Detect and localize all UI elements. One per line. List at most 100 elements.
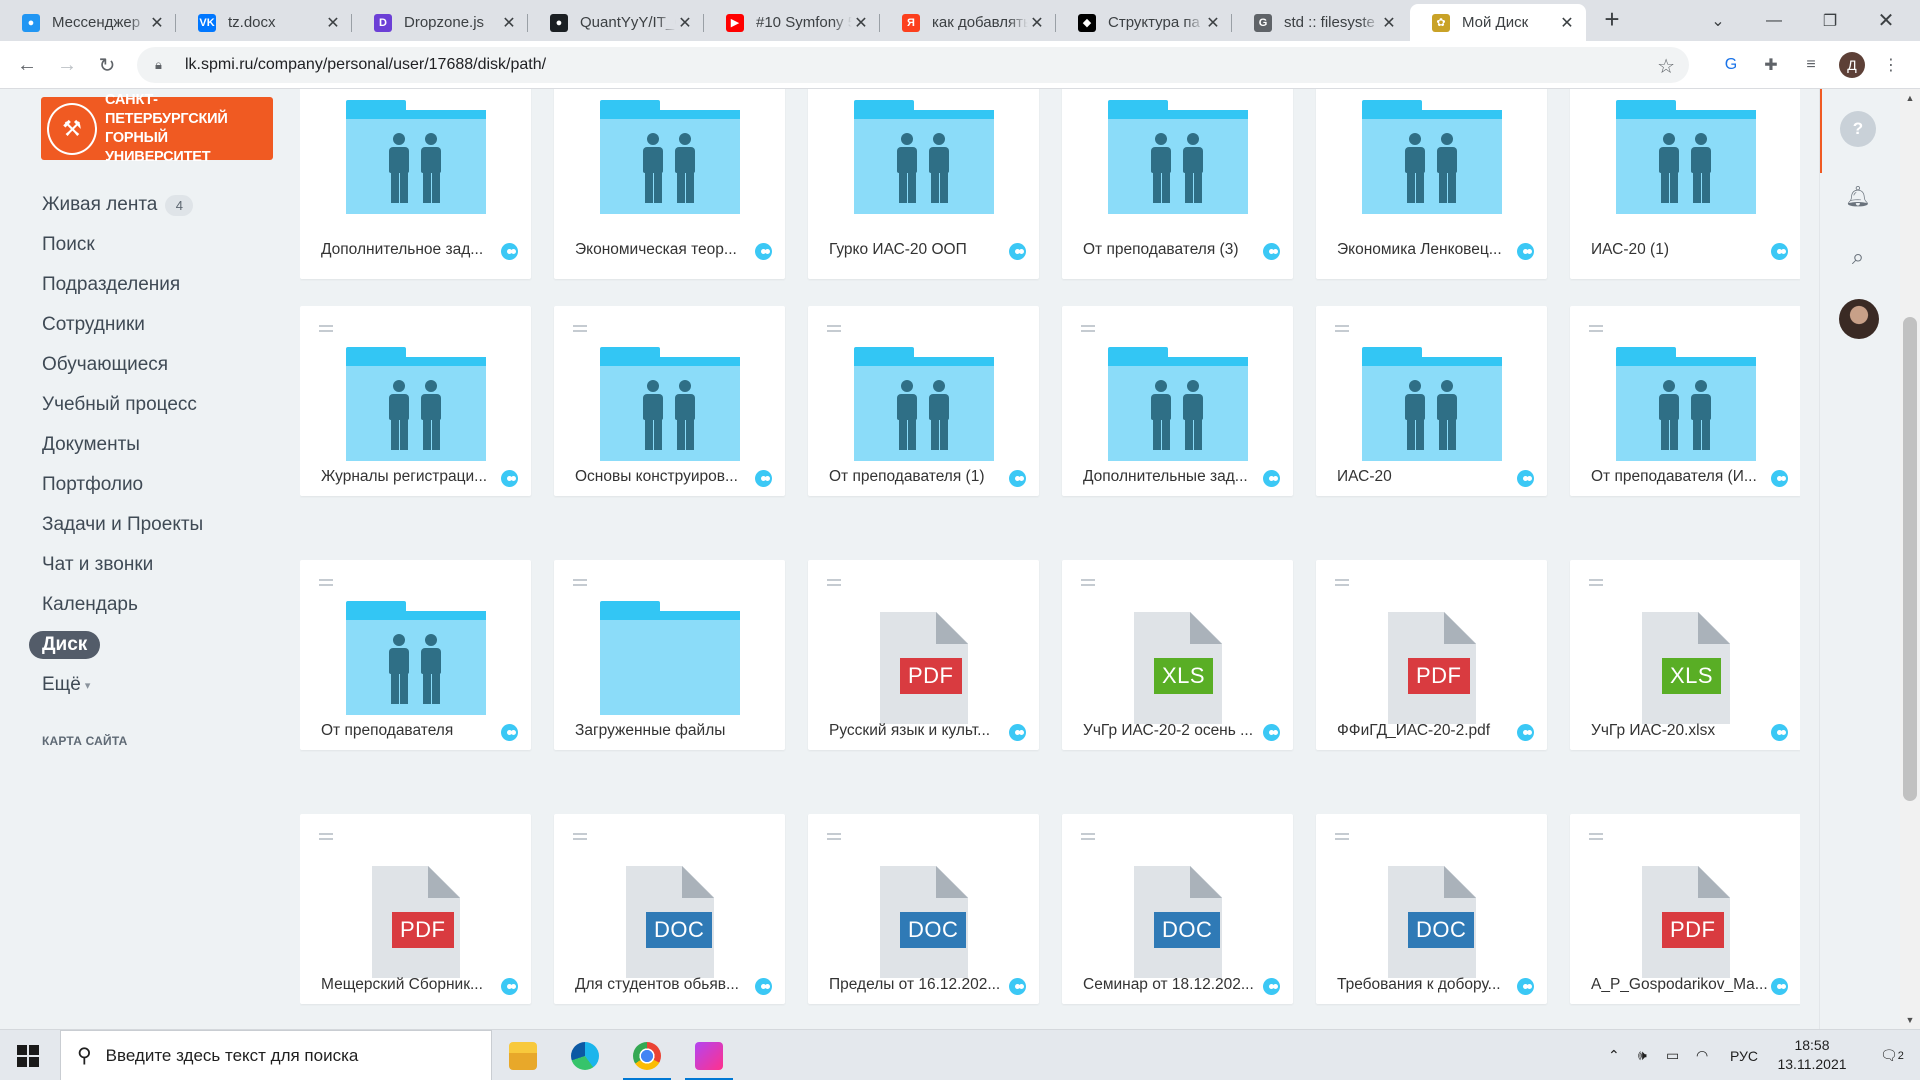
shared-users-icon[interactable] bbox=[1771, 243, 1788, 260]
menu-item[interactable]: Диск bbox=[29, 625, 203, 665]
shared-users-icon[interactable] bbox=[755, 470, 772, 487]
disk-item-card[interactable]: DOC Для студентов обьяв... bbox=[554, 814, 785, 1004]
item-name[interactable]: Журналы регистраци... bbox=[321, 468, 499, 486]
bell-icon[interactable]: 🔔︎ bbox=[1840, 178, 1876, 214]
shared-users-icon[interactable] bbox=[1517, 724, 1534, 741]
shared-users-icon[interactable] bbox=[1263, 470, 1280, 487]
profile-avatar[interactable]: Д bbox=[1839, 52, 1865, 78]
drag-handle-icon[interactable] bbox=[827, 325, 841, 335]
shared-users-icon[interactable] bbox=[501, 470, 518, 487]
volume-icon[interactable]: 🕪︎ bbox=[1638, 1030, 1647, 1080]
shared-users-icon[interactable] bbox=[1517, 243, 1534, 260]
drag-handle-icon[interactable] bbox=[1081, 579, 1095, 589]
menu-item[interactable]: Задачи и Проекты bbox=[29, 505, 203, 545]
menu-item[interactable]: Сотрудники bbox=[29, 305, 203, 345]
shared-users-icon[interactable] bbox=[1009, 243, 1026, 260]
translate-icon[interactable]: G bbox=[1719, 53, 1743, 77]
scroll-up-icon[interactable]: ▲ bbox=[1900, 93, 1920, 103]
item-name[interactable]: Гурко ИАС-20 ООП bbox=[829, 241, 1007, 259]
drag-handle-icon[interactable] bbox=[1335, 325, 1349, 335]
menu-item[interactable]: Ещё ▾ bbox=[29, 665, 203, 705]
disk-item-card[interactable]: Экономическая теор... bbox=[554, 89, 785, 279]
disk-item-card[interactable]: XLS УчГр ИАС-20.xlsx bbox=[1570, 560, 1800, 750]
shared-users-icon[interactable] bbox=[1771, 978, 1788, 995]
drag-handle-icon[interactable] bbox=[1589, 833, 1603, 843]
disk-item-card[interactable]: Журналы регистраци... bbox=[300, 306, 531, 496]
shared-users-icon[interactable] bbox=[1263, 724, 1280, 741]
tray-chevron-icon[interactable]: ⌃ bbox=[1608, 1030, 1620, 1080]
disk-item-card[interactable]: ИАС-20 (1) bbox=[1570, 89, 1800, 279]
close-tab-icon[interactable]: ✕ bbox=[1558, 13, 1576, 33]
disk-item-card[interactable]: От преподавателя bbox=[300, 560, 531, 750]
notification-center-icon[interactable]: 🗨︎ 2 bbox=[1880, 1030, 1904, 1080]
disk-item-card[interactable]: Дополнительные зад... bbox=[1062, 306, 1293, 496]
shared-users-icon[interactable] bbox=[1263, 978, 1280, 995]
drag-handle-icon[interactable] bbox=[319, 579, 333, 589]
close-window-icon[interactable]: ✕ bbox=[1858, 0, 1914, 41]
item-name[interactable]: A_P_Gospodarikov_Ma... bbox=[1591, 976, 1769, 994]
menu-item[interactable]: Подразделения bbox=[29, 265, 203, 305]
item-name[interactable]: УчГр ИАС-20-2 осень ... bbox=[1083, 722, 1261, 740]
item-name[interactable]: ИАС-20 (1) bbox=[1591, 241, 1769, 259]
item-name[interactable]: Пределы от 16.12.202... bbox=[829, 976, 1007, 994]
item-name[interactable]: Для студентов обьяв... bbox=[575, 976, 753, 994]
drag-handle-icon[interactable] bbox=[1589, 325, 1603, 335]
phpstorm-icon[interactable] bbox=[681, 1030, 737, 1080]
disk-item-card[interactable]: От преподавателя (3) bbox=[1062, 89, 1293, 279]
menu-item[interactable]: Документы bbox=[29, 425, 203, 465]
browser-tab[interactable]: ▶ #10 Symfony 5 ✕ bbox=[704, 4, 880, 41]
item-name[interactable]: От преподавателя (1) bbox=[829, 468, 1007, 486]
menu-item[interactable]: Портфолио bbox=[29, 465, 203, 505]
disk-item-card[interactable]: DOC Пределы от 16.12.202... bbox=[808, 814, 1039, 1004]
drag-handle-icon[interactable] bbox=[827, 579, 841, 589]
tab-search-icon[interactable]: ⌄ bbox=[1690, 0, 1746, 41]
disk-item-card[interactable]: PDF Мещерский Сборник... bbox=[300, 814, 531, 1004]
drag-handle-icon[interactable] bbox=[573, 579, 587, 589]
shared-users-icon[interactable] bbox=[501, 978, 518, 995]
extensions-puzzle-icon[interactable]: ✚ bbox=[1759, 53, 1783, 77]
shared-users-icon[interactable] bbox=[501, 724, 518, 741]
disk-item-card[interactable]: Основы конструиров... bbox=[554, 306, 785, 496]
shared-users-icon[interactable] bbox=[1771, 470, 1788, 487]
shared-users-icon[interactable] bbox=[1009, 978, 1026, 995]
shared-users-icon[interactable] bbox=[501, 243, 518, 260]
browser-tab[interactable]: ● Мессенджер ✕ bbox=[0, 4, 176, 41]
drag-handle-icon[interactable] bbox=[1589, 579, 1603, 589]
close-tab-icon[interactable]: ✕ bbox=[148, 13, 166, 33]
drag-handle-icon[interactable] bbox=[319, 833, 333, 843]
disk-item-card[interactable]: PDF Русский язык и культ... bbox=[808, 560, 1039, 750]
close-tab-icon[interactable]: ✕ bbox=[324, 13, 342, 33]
browser-tab[interactable]: ● QuantYyY/IT_C ✕ bbox=[528, 4, 704, 41]
menu-item[interactable]: Чат и звонки bbox=[29, 545, 203, 585]
browser-tab[interactable]: D Dropzone.js ✕ bbox=[352, 4, 528, 41]
user-avatar[interactable] bbox=[1839, 299, 1879, 339]
close-tab-icon[interactable]: ✕ bbox=[1028, 13, 1046, 33]
disk-item-card[interactable]: DOC Семинар от 18.12.202... bbox=[1062, 814, 1293, 1004]
menu-item[interactable]: Поиск bbox=[29, 225, 203, 265]
disk-item-card[interactable]: Экономика Ленковец... bbox=[1316, 89, 1547, 279]
scroll-thumb[interactable] bbox=[1903, 317, 1917, 801]
item-name[interactable]: Экономическая теор... bbox=[575, 241, 753, 259]
reload-icon[interactable]: ↻ bbox=[93, 51, 121, 79]
language-indicator[interactable]: РУС bbox=[1730, 1030, 1758, 1080]
menu-item[interactable]: Живая лента 4 bbox=[29, 185, 203, 225]
disk-item-card[interactable]: От преподавателя (И... bbox=[1570, 306, 1800, 496]
disk-item-card[interactable]: Гурко ИАС-20 ООП bbox=[808, 89, 1039, 279]
browser-tab[interactable]: ◆ Структура па ✕ bbox=[1056, 4, 1232, 41]
disk-item-card[interactable]: От преподавателя (1) bbox=[808, 306, 1039, 496]
shared-users-icon[interactable] bbox=[1771, 724, 1788, 741]
clock[interactable]: 18:58 13.11.2021 bbox=[1764, 1036, 1860, 1074]
item-name[interactable]: УчГр ИАС-20.xlsx bbox=[1591, 722, 1769, 740]
browser-tab[interactable]: ✿ Мой Диск ✕ bbox=[1410, 4, 1586, 41]
close-tab-icon[interactable]: ✕ bbox=[500, 13, 518, 33]
sitemap-link[interactable]: КАРТА САЙТА bbox=[42, 734, 128, 748]
close-tab-icon[interactable]: ✕ bbox=[852, 13, 870, 33]
chrome-icon[interactable] bbox=[619, 1030, 675, 1080]
drag-handle-icon[interactable] bbox=[1081, 325, 1095, 335]
help-icon[interactable]: ? bbox=[1840, 111, 1876, 147]
shared-users-icon[interactable] bbox=[1009, 470, 1026, 487]
taskbar-search[interactable]: ⚲ Введите здесь текст для поиска bbox=[60, 1030, 492, 1080]
menu-item[interactable]: Календарь bbox=[29, 585, 203, 625]
item-name[interactable]: Основы конструиров... bbox=[575, 468, 753, 486]
drag-handle-icon[interactable] bbox=[1081, 833, 1095, 843]
